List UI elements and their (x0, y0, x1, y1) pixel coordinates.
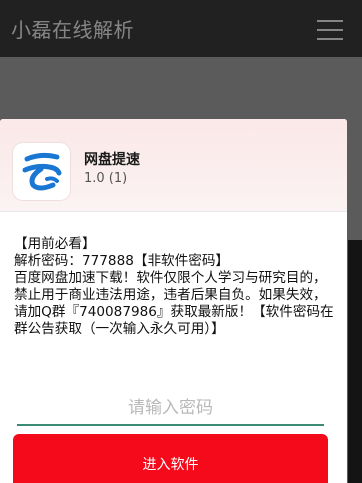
enter-app-button[interactable]: 进入软件 (13, 434, 328, 483)
app-version: 1.0 (1) (84, 171, 128, 186)
menu-icon[interactable] (317, 20, 343, 40)
cloud-logo-icon (13, 143, 70, 200)
notice-text: 【用前必看】 解析密码：777888【非软件密码】 百度网盘加速下载！软件仅限个… (14, 236, 336, 338)
notice-line: 【用前必看】 (14, 236, 96, 252)
app-name: 网盘提速 (84, 152, 140, 168)
password-dialog: 网盘提速 1.0 (1) 【用前必看】 解析密码：777888【非软件密码】 百… (0, 119, 347, 483)
notice-line: 百度网盘加速下载！软件仅限个人学习与研究目的，禁止用于商业违法用途，违者后果自负… (14, 270, 334, 337)
app-title: 小磊在线解析 (11, 18, 134, 42)
notice-line: 解析密码：777888【非软件密码】 (14, 253, 230, 269)
password-input[interactable] (17, 391, 324, 426)
app-bar: 小磊在线解析 (0, 0, 362, 57)
background-edge (348, 240, 362, 483)
dialog-header: 网盘提速 1.0 (1) (0, 119, 347, 212)
